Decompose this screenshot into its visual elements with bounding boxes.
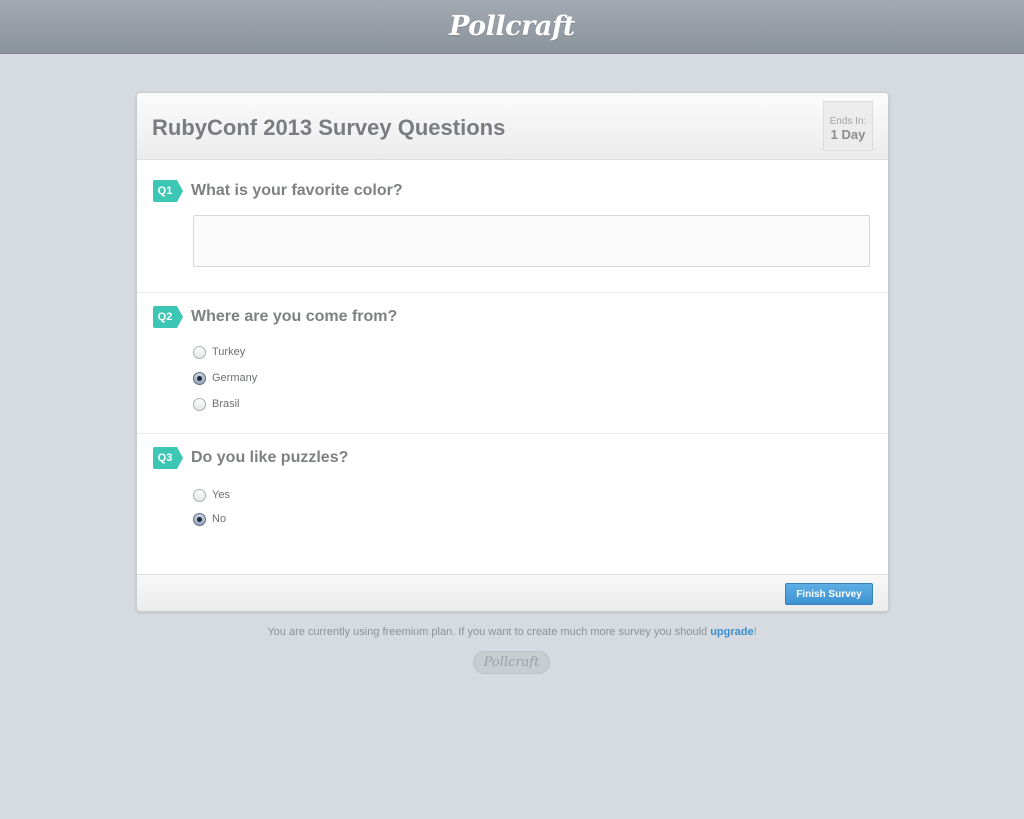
upgrade-link[interactable]: upgrade <box>710 626 753 638</box>
option-turkey[interactable]: Turkey <box>193 344 245 360</box>
ends-in-value: 1 Day <box>830 127 866 142</box>
option-label: Brasil <box>212 398 240 410</box>
option-no[interactable]: No <box>193 511 226 527</box>
ends-in-label: Ends In: <box>829 116 867 127</box>
question-number-badge: Q3 <box>153 447 183 469</box>
question-number-badge: Q1 <box>153 180 183 202</box>
question-number-badge: Q2 <box>153 306 183 328</box>
app-logo[interactable]: Pollcraft <box>449 11 575 42</box>
survey-card: RubyConf 2013 Survey Questions Ends In: … <box>136 92 889 612</box>
top-bar: Pollcraft <box>0 0 1024 54</box>
option-germany[interactable]: Germany <box>193 370 257 386</box>
radio-button[interactable] <box>193 488 206 502</box>
plan-notice: You are currently using freemium plan. I… <box>0 626 1024 638</box>
option-yes[interactable]: Yes <box>193 487 230 503</box>
option-label: Yes <box>212 489 230 501</box>
radio-button-selected[interactable] <box>193 371 206 385</box>
radio-button[interactable] <box>193 345 206 359</box>
option-label: Germany <box>212 372 258 384</box>
survey-header: RubyConf 2013 Survey Questions Ends In: … <box>137 93 888 160</box>
favorite-color-input[interactable] <box>193 215 870 267</box>
footer-logo[interactable]: Pollcraft <box>473 651 550 674</box>
option-label: Turkey <box>212 346 246 358</box>
option-brasil[interactable]: Brasil <box>193 396 240 412</box>
radio-button-selected[interactable] <box>193 512 206 526</box>
survey-footer: Finish Survey <box>137 574 888 611</box>
question-text: Do you like puzzles? <box>191 449 349 466</box>
question-1: Q1 What is your favorite color? <box>137 160 888 293</box>
question-text: What is your favorite color? <box>191 182 403 199</box>
survey-title: RubyConf 2013 Survey Questions <box>152 115 506 140</box>
option-label: No <box>212 513 227 525</box>
plan-notice-end: ! <box>753 626 757 638</box>
radio-button[interactable] <box>193 397 206 411</box>
question-3: Q3 Do you like puzzles? Yes No <box>137 434 888 573</box>
plan-notice-text: You are currently using freemium plan. I… <box>267 626 711 638</box>
question-2: Q2 Where are you come from? Turkey Germa… <box>137 293 888 434</box>
ends-in-badge: Ends In: 1 Day <box>823 101 873 151</box>
question-text: Where are you come from? <box>191 308 398 325</box>
finish-survey-button[interactable]: Finish Survey <box>785 583 873 605</box>
